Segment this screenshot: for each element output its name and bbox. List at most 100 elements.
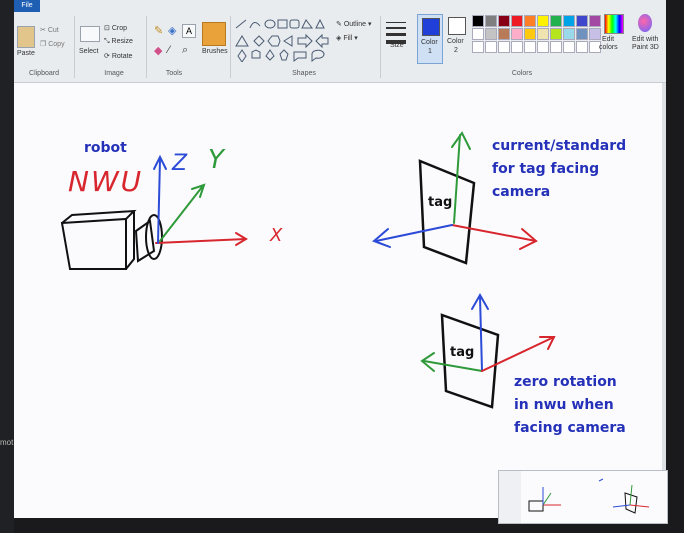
color1-swatch: [422, 18, 440, 36]
left-window-edge: mot: [0, 0, 14, 533]
edit-colors-button[interactable]: Edit: [602, 36, 614, 43]
thumbnail-preview: [521, 471, 667, 523]
palette-swatch[interactable]: [576, 28, 588, 40]
brushes-icon[interactable]: [202, 22, 226, 46]
separator: [230, 16, 231, 78]
palette-swatch[interactable]: [498, 15, 510, 27]
rotate-label: Rotate: [111, 53, 133, 60]
palette-swatch[interactable]: [511, 15, 523, 27]
custom-color-swatch[interactable]: [498, 41, 510, 53]
paint-window: File Paste ✂ Cut ❐ Copy Clipboard Select…: [14, 0, 666, 518]
palette-swatch[interactable]: [498, 28, 510, 40]
shape-fill-button[interactable]: ◈ Fill ▾: [336, 34, 358, 42]
palette-swatch[interactable]: [537, 28, 549, 40]
custom-color-swatch[interactable]: [563, 41, 575, 53]
palette-swatch[interactable]: [589, 15, 601, 27]
tag-top-label: tag: [428, 195, 453, 210]
palette-swatch[interactable]: [485, 15, 497, 27]
note-top-line: camera: [492, 184, 551, 200]
separator: [74, 16, 75, 78]
custom-color-swatch[interactable]: [537, 41, 549, 53]
colors-group-label: Colors: [511, 70, 533, 77]
tag-top-sketch: [418, 159, 476, 265]
shape-outline-button[interactable]: ✎ Outline ▾: [336, 20, 371, 28]
custom-color-swatch[interactable]: [550, 41, 562, 53]
palette-swatch[interactable]: [524, 15, 536, 27]
note-bottom: zero rotation in nwu when facing camera: [514, 371, 626, 440]
vertical-scrollbar[interactable]: [662, 83, 666, 518]
tag-top-y-arrowhead: [451, 131, 471, 150]
resize-button[interactable]: ⤡ Resize: [104, 38, 133, 46]
palette-swatch[interactable]: [485, 28, 497, 40]
copy-label: Copy: [48, 41, 65, 48]
text-tool-icon[interactable]: A: [182, 24, 196, 38]
paste-icon[interactable]: [17, 26, 35, 48]
select-button[interactable]: Select: [79, 48, 98, 55]
robot-z-axis: [157, 158, 161, 244]
crop-button[interactable]: ⊡ Crop: [104, 24, 127, 32]
cut-button[interactable]: ✂ Cut: [40, 26, 59, 34]
custom-color-swatch[interactable]: [472, 41, 484, 53]
tag-top-z-axis: [375, 224, 453, 242]
fill-bucket-icon[interactable]: ◈: [168, 24, 176, 37]
crop-label: Crop: [111, 25, 127, 32]
custom-color-swatch[interactable]: [524, 41, 536, 53]
paint3d-icon[interactable]: [638, 14, 652, 32]
edit-colors-icon[interactable]: [604, 14, 624, 34]
rotate-button[interactable]: ⟳ Rotate: [104, 52, 132, 60]
palette-swatch[interactable]: [563, 28, 575, 40]
edit-paint3d-button[interactable]: Edit with: [632, 36, 658, 43]
nwu-label: NWU: [68, 165, 144, 198]
note-bottom-line: zero rotation: [514, 374, 617, 390]
drawing-canvas[interactable]: robot NWU Z Y X tag tag current/standard…: [14, 83, 666, 518]
palette-swatch[interactable]: [472, 28, 484, 40]
select-icon[interactable]: [80, 26, 100, 42]
color2-swatch: [448, 17, 466, 35]
tag-bottom-sketch: [440, 313, 500, 409]
side-text: mot: [0, 438, 14, 447]
color1-button[interactable]: Color 1: [417, 14, 443, 64]
palette-swatch[interactable]: [550, 15, 562, 27]
copy-button[interactable]: ❐ Copy: [40, 40, 65, 48]
tag-bottom-label: tag: [450, 345, 475, 360]
eraser-icon[interactable]: ◆: [154, 44, 162, 57]
fill-label: Fill: [343, 35, 353, 42]
palette-swatch[interactable]: [576, 15, 588, 27]
custom-color-swatch[interactable]: [485, 41, 497, 53]
color2-button[interactable]: Color 2: [444, 14, 468, 62]
color2-number: 2: [454, 47, 458, 54]
custom-color-swatch[interactable]: [511, 41, 523, 53]
size-button[interactable]: Size: [390, 42, 404, 49]
palette-swatch[interactable]: [550, 28, 562, 40]
resize-label: Resize: [111, 38, 133, 45]
palette-swatch[interactable]: [511, 28, 523, 40]
note-top-line: for tag facing: [492, 161, 600, 177]
size-icon[interactable]: [386, 20, 406, 44]
shapes-gallery[interactable]: [234, 18, 330, 62]
palette-swatch[interactable]: [537, 15, 549, 27]
image-group-label: Image: [104, 70, 124, 77]
palette-swatch[interactable]: [524, 28, 536, 40]
magnifier-icon[interactable]: ⌕: [182, 44, 188, 57]
shapes-group-label: Shapes: [292, 70, 316, 77]
note-top-line: current/standard: [492, 138, 627, 154]
palette-swatch[interactable]: [563, 15, 575, 27]
color-picker-icon[interactable]: ⁄: [168, 44, 170, 56]
color2-label: Color: [447, 38, 464, 45]
paste-button[interactable]: Paste: [17, 50, 35, 57]
palette-swatch[interactable]: [472, 15, 484, 27]
robot-sketch: [60, 209, 163, 270]
edit-colors-label: colors: [599, 44, 618, 51]
note-top: current/standard for tag facing camera: [492, 135, 626, 204]
robot-label: robot: [84, 140, 127, 156]
color1-number: 1: [428, 48, 432, 55]
screenshot-thumbnail[interactable]: [498, 470, 668, 524]
pencil-icon[interactable]: ✎: [154, 24, 163, 37]
brushes-button[interactable]: Brushes: [202, 48, 228, 55]
clipboard-group-label: Clipboard: [29, 70, 59, 77]
custom-color-swatch[interactable]: [576, 41, 588, 53]
z-axis-label: Z: [172, 151, 188, 176]
file-tab[interactable]: File: [14, 0, 40, 12]
palette-swatch[interactable]: [589, 28, 601, 40]
note-bottom-line: in nwu when: [514, 397, 614, 413]
